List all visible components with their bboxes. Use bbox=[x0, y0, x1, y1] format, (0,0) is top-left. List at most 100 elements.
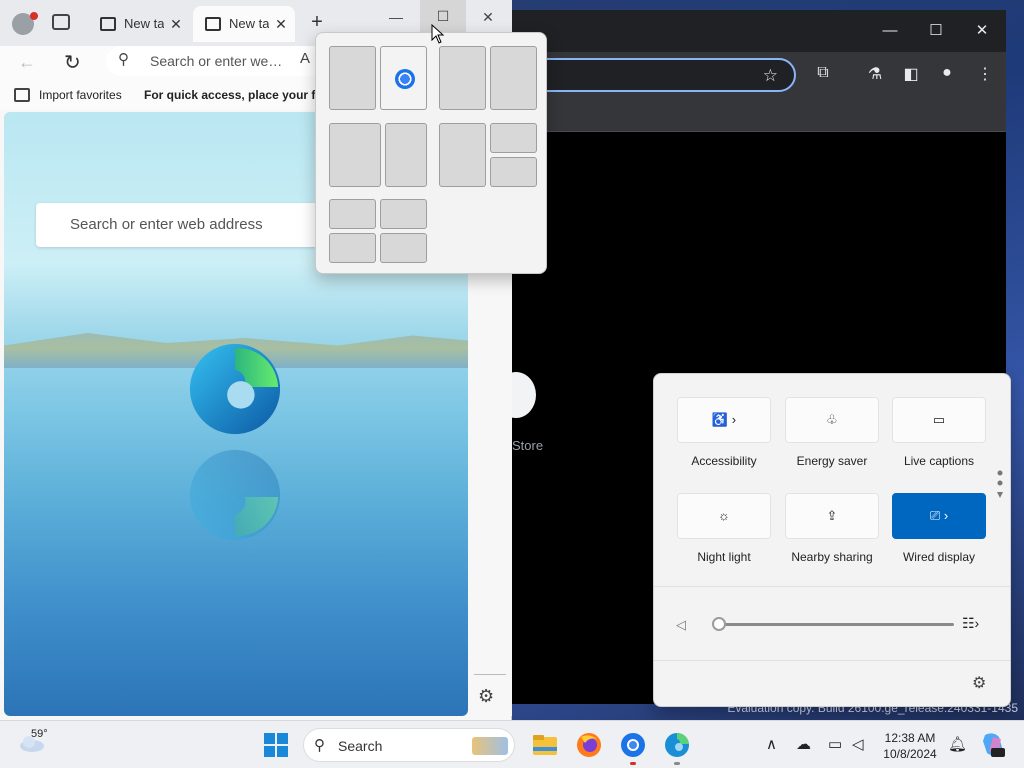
tab-title: New tab bbox=[229, 16, 269, 31]
sidebar-settings-gear-icon[interactable]: ⚙ bbox=[478, 686, 494, 707]
chrome-toolbar: ☆ ⧉ ⚗ ◧ ● ⋮ bbox=[500, 52, 1006, 114]
snap-zone-third-left[interactable] bbox=[329, 123, 381, 187]
volume-muted-icon[interactable]: ◁ bbox=[852, 735, 864, 753]
clock-date[interactable]: 10/8/2024 bbox=[880, 747, 940, 761]
tab-close-icon[interactable]: ✕ bbox=[168, 6, 184, 42]
mouse-cursor-icon bbox=[431, 24, 445, 44]
tile-wired-display[interactable]: ⎚ › bbox=[892, 493, 986, 539]
snap-zone-quad-bl[interactable] bbox=[329, 233, 376, 263]
read-aloud-icon[interactable]: A bbox=[300, 50, 310, 67]
chrome-minimize-button[interactable]: — bbox=[876, 18, 904, 44]
tab-new-tab-1[interactable]: New tab ✕ bbox=[88, 6, 190, 42]
tile-accessibility[interactable]: ♿ › bbox=[677, 397, 771, 443]
favorites-hint-text: For quick access, place your favorites h… bbox=[144, 88, 316, 102]
bookmark-star-icon[interactable]: ☆ bbox=[763, 66, 778, 86]
edge-address-bar[interactable]: ⚲ Search or enter web address bbox=[106, 46, 326, 76]
store-shortcut-label[interactable]: Store bbox=[512, 438, 543, 453]
search-icon: ⚲ bbox=[314, 737, 325, 754]
notification-bell-icon[interactable]: 🔔︎ bbox=[948, 735, 967, 753]
tab-close-icon[interactable]: ✕ bbox=[273, 6, 289, 42]
accessibility-icon: ♿ › bbox=[711, 412, 737, 427]
labs-flask-icon[interactable]: ⚗ bbox=[864, 64, 886, 86]
copilot-icon[interactable] bbox=[979, 731, 1007, 759]
side-panel-icon[interactable]: ◧ bbox=[900, 64, 922, 86]
tile-live-captions[interactable]: ▭ bbox=[892, 397, 986, 443]
tab-actions-icon[interactable] bbox=[52, 14, 70, 30]
cast-icon: ⎚ › bbox=[929, 508, 949, 523]
profile-notification-dot bbox=[30, 12, 38, 20]
divider bbox=[654, 586, 1010, 587]
chrome-maximize-button[interactable]: ☐ bbox=[922, 18, 950, 44]
energy-saver-icon: ♧ bbox=[826, 412, 838, 427]
address-placeholder: Search or enter web address bbox=[150, 53, 290, 69]
edge-running-indicator bbox=[674, 762, 680, 765]
chrome-menu-icon[interactable]: ⋮ bbox=[974, 64, 996, 86]
edge-logo bbox=[189, 343, 281, 435]
snap-zone-quad-br[interactable] bbox=[380, 233, 427, 263]
settings-gear-icon[interactable]: ⚙ bbox=[972, 673, 986, 693]
page-indicator[interactable] bbox=[997, 470, 1003, 510]
night-light-icon: ☼ bbox=[718, 508, 730, 523]
snap-zone-quad-tl[interactable] bbox=[329, 199, 376, 229]
chrome-running-indicator bbox=[630, 762, 636, 765]
tile-night-light[interactable]: ☼ bbox=[677, 493, 771, 539]
taskbar-search-label: Search bbox=[338, 738, 383, 754]
nearby-sharing-icon: ⇪ bbox=[826, 508, 838, 523]
snap-zone-third-mid[interactable] bbox=[385, 123, 427, 187]
edge-logo-reflection bbox=[189, 449, 281, 541]
search-icon: ⚲ bbox=[118, 51, 129, 68]
start-windows-icon[interactable] bbox=[264, 733, 288, 757]
profile-avatar-icon[interactable]: ● bbox=[936, 64, 958, 86]
new-tab-button[interactable]: + bbox=[306, 10, 328, 34]
volume-mixer-icon[interactable]: ☷› bbox=[962, 615, 979, 632]
edge-taskbar-icon[interactable] bbox=[663, 731, 691, 759]
back-arrow-icon[interactable]: ← bbox=[18, 52, 36, 73]
taskbar-search-box[interactable]: ⚲ Search bbox=[303, 728, 515, 762]
chrome-titlebar[interactable]: — ☐ ✕ bbox=[510, 10, 1006, 52]
quick-settings-panel: ♿ › Accessibility ♧ Energy saver ▭ Live … bbox=[653, 373, 1011, 707]
tile-energy-saver[interactable]: ♧ bbox=[785, 397, 879, 443]
onedrive-cloud-icon[interactable]: ☁ bbox=[796, 735, 811, 753]
snap-zone-third-right[interactable] bbox=[490, 46, 537, 110]
chrome-close-button[interactable]: ✕ bbox=[968, 18, 996, 44]
new-tab-page-icon bbox=[100, 17, 116, 31]
edge-minimize-button[interactable]: — bbox=[382, 6, 410, 28]
ntp-search-placeholder: Search or enter web address bbox=[70, 216, 263, 233]
tab-title: New tab bbox=[124, 16, 164, 31]
extensions-icon[interactable]: ⧉ bbox=[812, 64, 834, 86]
clock-time[interactable]: 12:38 AM bbox=[880, 731, 940, 745]
ntp-search-box[interactable]: Search or enter web address bbox=[36, 203, 336, 247]
snap-zone-left-column[interactable] bbox=[439, 123, 486, 187]
snap-zone-half-left[interactable] bbox=[329, 46, 376, 110]
network-icon[interactable]: ▭ bbox=[828, 735, 842, 753]
chrome-bookmarks-bar bbox=[510, 114, 1006, 132]
snap-zone-half-right[interactable] bbox=[380, 46, 427, 110]
show-hidden-icons-chevron-icon[interactable]: ∧ bbox=[766, 735, 777, 753]
tile-nearby-sharing[interactable]: ⇪ bbox=[785, 493, 879, 539]
edge-close-button[interactable]: ✕ bbox=[474, 6, 502, 28]
snap-zone-quad-tr[interactable] bbox=[380, 199, 427, 229]
weather-temperature[interactable]: 59° bbox=[31, 728, 48, 740]
new-tab-page-icon bbox=[205, 17, 221, 31]
refresh-icon[interactable]: ↻ bbox=[64, 50, 81, 75]
file-explorer-icon[interactable] bbox=[531, 731, 559, 759]
snap-zone-top-right[interactable] bbox=[490, 123, 537, 153]
tab-new-tab-2[interactable]: New tab ✕ bbox=[193, 6, 295, 42]
tile-label-energy-saver: Energy saver bbox=[796, 454, 868, 468]
snap-zone-bottom-right[interactable] bbox=[490, 157, 537, 187]
import-favorites-link[interactable]: Import favorites bbox=[39, 88, 122, 102]
firefox-icon[interactable] bbox=[575, 731, 603, 759]
snap-layouts-flyout bbox=[315, 32, 547, 274]
search-highlight-image bbox=[472, 737, 508, 755]
tile-label-accessibility: Accessibility bbox=[691, 454, 757, 468]
tile-label-night-light: Night light bbox=[697, 550, 751, 564]
chrome-taskbar-icon[interactable] bbox=[619, 731, 647, 759]
volume-slider-thumb[interactable] bbox=[712, 617, 726, 631]
tile-label-live-captions: Live captions bbox=[903, 454, 975, 468]
taskbar: 59° ⚲ Search ∧ ☁ ▭ ◁ 12:38 AM 10/8/2024 … bbox=[0, 720, 1024, 768]
volume-icon[interactable]: ◁ bbox=[676, 617, 686, 633]
volume-slider[interactable] bbox=[716, 623, 954, 626]
divider bbox=[654, 660, 1010, 661]
snap-zone-twothirds-left[interactable] bbox=[439, 46, 486, 110]
tile-label-wired-display: Wired display bbox=[902, 550, 976, 564]
